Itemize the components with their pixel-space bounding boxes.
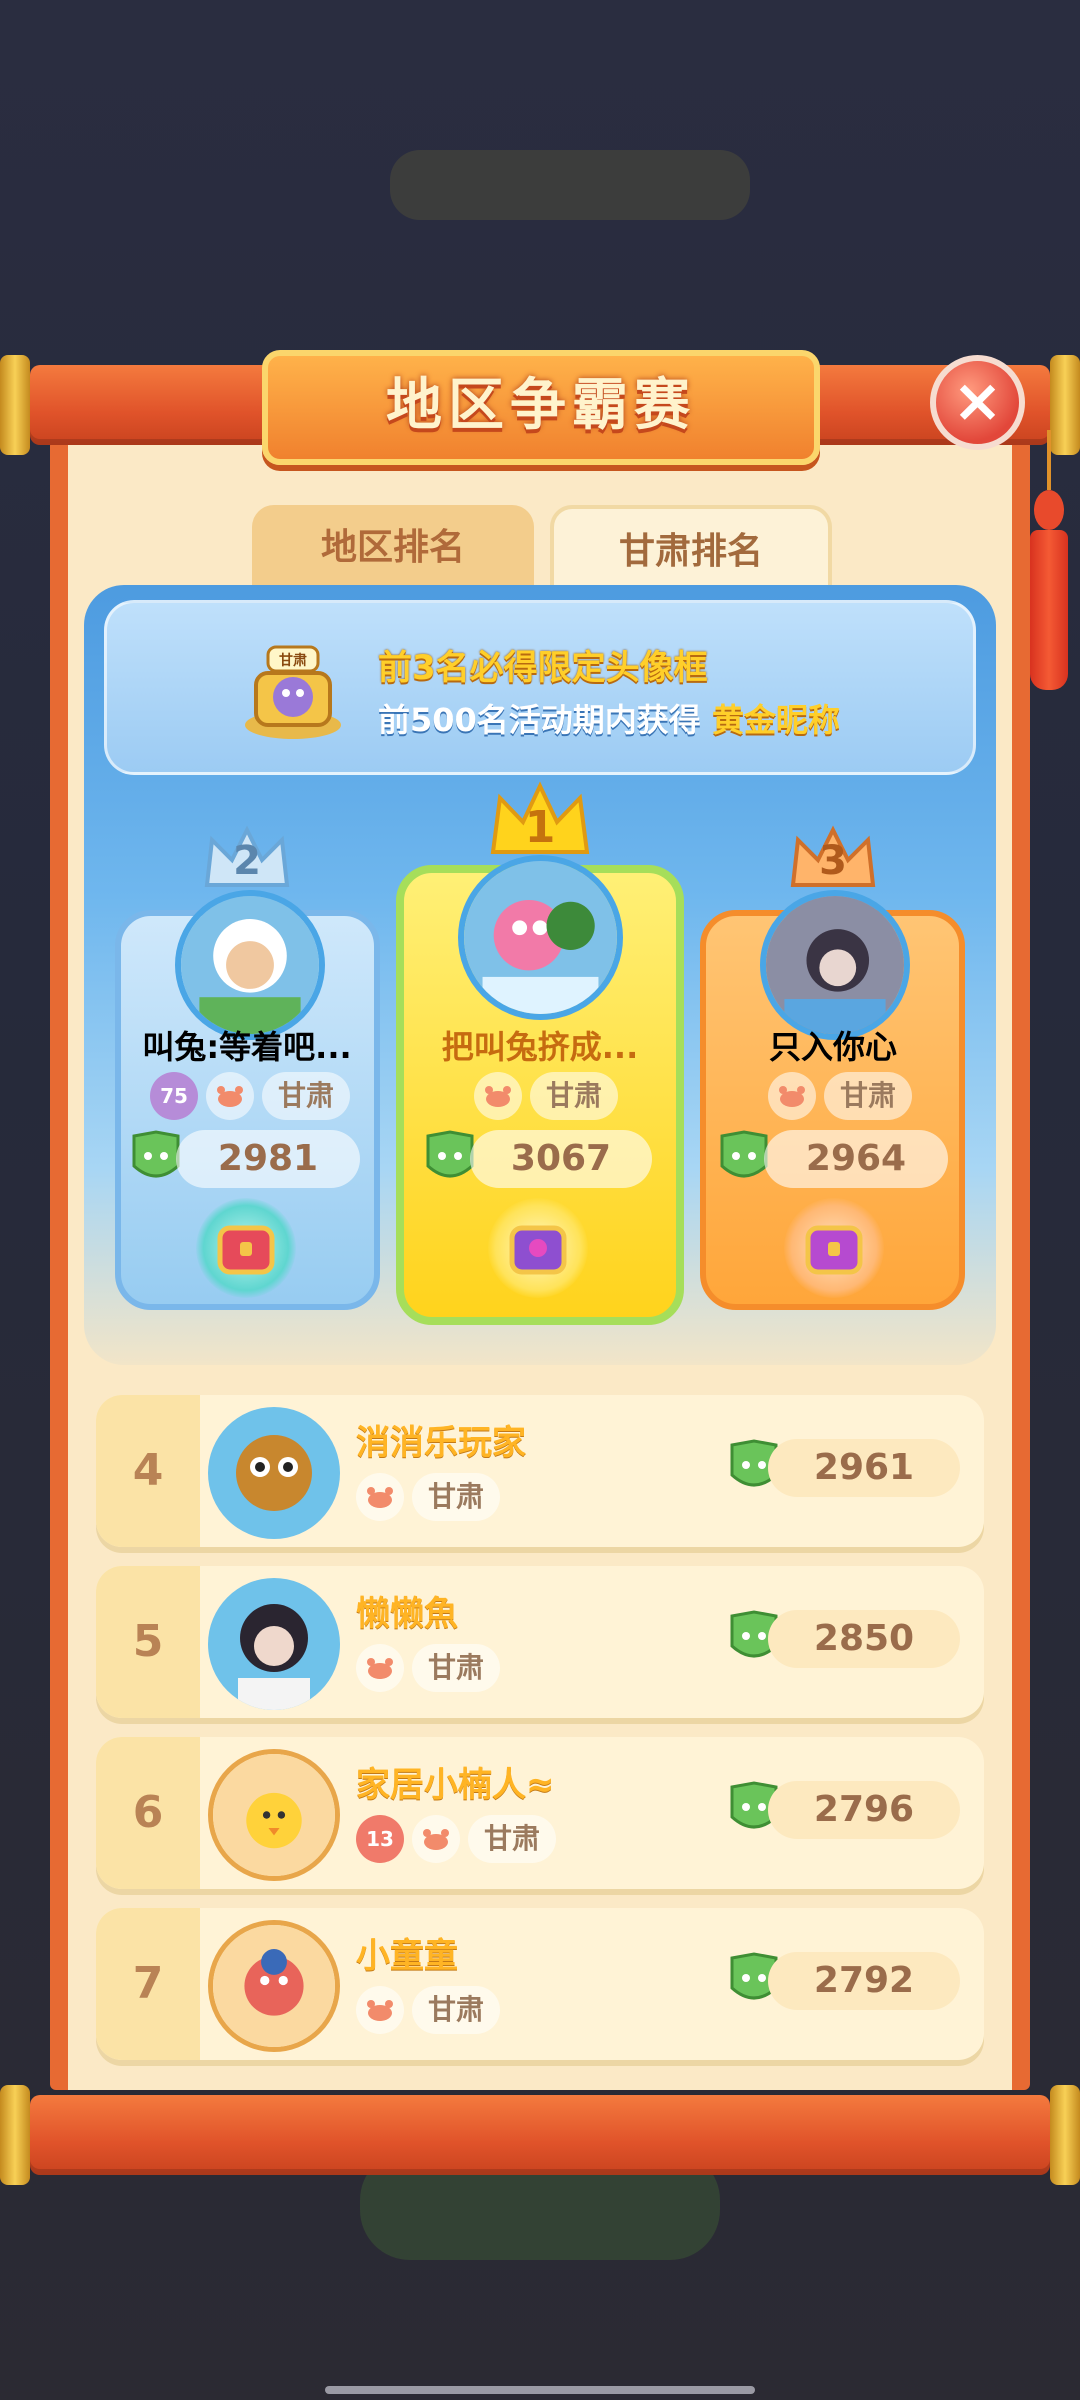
region-tag: 甘肃 <box>468 1815 557 1863</box>
tassel-fringe <box>1030 530 1068 690</box>
banner-line-top3: 前3名必得限定头像框 <box>378 648 708 688</box>
ranking-row-4[interactable]: 4 消消乐玩家 甘肃 2961 <box>96 1395 984 1547</box>
trophy-leaf-icon <box>718 1130 770 1188</box>
row-player-name: 家居小楠人≈ <box>356 1765 555 1805</box>
level-badge-text: 13 <box>366 1827 394 1851</box>
tassel-string <box>1047 430 1051 490</box>
banner-line2-highlight: 黄金昵称 <box>711 701 840 739</box>
crab-badge-icon <box>412 1815 460 1863</box>
crab-badge-icon <box>356 1986 404 2034</box>
reward-chest-button[interactable] <box>488 1198 588 1298</box>
ranking-row-7[interactable]: 7 小童童 甘肃 2792 <box>96 1908 984 2060</box>
podium-rank-2-tags: 75 甘肃 <box>150 1072 351 1120</box>
crab-badge-icon <box>356 1473 404 1521</box>
svg-text:甘肃: 甘肃 <box>279 652 307 669</box>
close-button[interactable]: × <box>930 355 1025 450</box>
podium-rank-1-number: 1 <box>524 802 556 853</box>
row-player-name: 消消乐玩家 <box>356 1423 526 1463</box>
row-score: 2961 <box>768 1439 960 1497</box>
region-tag: 甘肃 <box>824 1072 913 1120</box>
row-tags: 甘肃 <box>356 1986 501 2034</box>
podium-rank-2-score: 2981 <box>176 1130 360 1188</box>
podium-rank-1-tags: 甘肃 <box>474 1072 619 1120</box>
podium-rank-3-tags: 甘肃 <box>768 1072 913 1120</box>
podium-rank-2-name: 叫兔:等着吧... <box>142 1028 352 1066</box>
avatar-frame-reward-icon[interactable]: 甘肃 <box>238 635 348 745</box>
podium-rank-2-number: 2 <box>233 838 261 884</box>
region-tag: 甘肃 <box>262 1072 351 1120</box>
trophy-leaf-icon <box>424 1130 476 1188</box>
avatar[interactable] <box>208 1920 340 2052</box>
level-badge: 75 <box>150 1072 198 1120</box>
rod-cap-right <box>1050 2085 1080 2185</box>
region-tag: 甘肃 <box>530 1072 619 1120</box>
ranking-row-5[interactable]: 5 懒懒魚 甘肃 2850 <box>96 1566 984 1718</box>
row-rank: 7 <box>96 1908 200 2060</box>
score-value: 3067 <box>510 1138 612 1179</box>
row-tags: 甘肃 <box>356 1473 501 1521</box>
crab-badge-icon <box>474 1072 522 1120</box>
region-tag: 甘肃 <box>412 1473 501 1521</box>
row-tags: 13 甘肃 <box>356 1815 557 1863</box>
podium-rank-1-name: 把叫兔挤成... <box>441 1028 639 1066</box>
title-plaque: 地区争霸赛 <box>262 350 820 465</box>
home-indicator[interactable] <box>325 2386 755 2394</box>
rod-cap-left <box>0 355 30 455</box>
avatar[interactable] <box>208 1749 340 1881</box>
treasure-chest-icon <box>509 1225 567 1275</box>
row-tags: 甘肃 <box>356 1644 501 1692</box>
tab-gansu-ranking[interactable]: 甘肃排名 <box>550 505 832 590</box>
background-title <box>390 150 750 220</box>
banner-line-top500: 前500名活动期内获得 黄金昵称 <box>378 695 840 741</box>
region-tag: 甘肃 <box>412 1986 501 2034</box>
row-rank: 6 <box>96 1737 200 1889</box>
row-player-name: 小童童 <box>356 1936 458 1976</box>
row-rank: 4 <box>96 1395 200 1547</box>
level-badge: 13 <box>356 1815 404 1863</box>
scroll-rod-bottom <box>0 2085 1080 2185</box>
avatar[interactable] <box>760 890 910 1040</box>
close-icon: × <box>952 366 1003 436</box>
podium-rank-3-name: 只入你心 <box>768 1028 897 1066</box>
podium-rank-1-score: 3067 <box>470 1130 652 1188</box>
podium-rank-3-number: 3 <box>819 838 847 884</box>
crab-badge-icon <box>206 1072 254 1120</box>
score-value: 2961 <box>813 1447 915 1488</box>
rod-cap-left <box>0 2085 30 2185</box>
podium-rank-3-score: 2964 <box>764 1130 948 1188</box>
crab-badge-icon <box>768 1072 816 1120</box>
score-value: 2964 <box>805 1138 907 1179</box>
score-value: 2796 <box>813 1789 915 1830</box>
tassel-decoration <box>1028 430 1070 690</box>
row-rank: 5 <box>96 1566 200 1718</box>
reward-chest-button[interactable] <box>196 1198 296 1298</box>
row-score: 2796 <box>768 1781 960 1839</box>
rod-bar <box>30 2095 1050 2175</box>
ranking-row-6[interactable]: 6 家居小楠人≈ 13 甘肃 2796 <box>96 1737 984 1889</box>
row-score: 2792 <box>768 1952 960 2010</box>
tab-region-ranking[interactable]: 地区排名 <box>252 505 534 590</box>
region-tag: 甘肃 <box>412 1644 501 1692</box>
avatar[interactable] <box>208 1578 340 1710</box>
banner-line2-prefix: 前500名活动期内获得 <box>378 701 712 739</box>
reward-chest-button[interactable] <box>784 1198 884 1298</box>
treasure-chest-icon <box>805 1225 863 1275</box>
treasure-chest-icon <box>217 1225 275 1275</box>
avatar[interactable] <box>175 890 325 1040</box>
score-value: 2792 <box>813 1960 915 2001</box>
trophy-leaf-icon <box>130 1130 182 1188</box>
avatar[interactable] <box>458 855 623 1020</box>
row-player-name: 懒懒魚 <box>356 1594 458 1634</box>
score-value: 2981 <box>217 1138 319 1179</box>
crab-badge-icon <box>356 1644 404 1692</box>
row-score: 2850 <box>768 1610 960 1668</box>
tassel-knot <box>1034 490 1064 530</box>
avatar[interactable] <box>208 1407 340 1539</box>
page-title: 地区争霸赛 <box>386 373 696 438</box>
level-badge-text: 75 <box>160 1084 188 1108</box>
score-value: 2850 <box>813 1618 915 1659</box>
